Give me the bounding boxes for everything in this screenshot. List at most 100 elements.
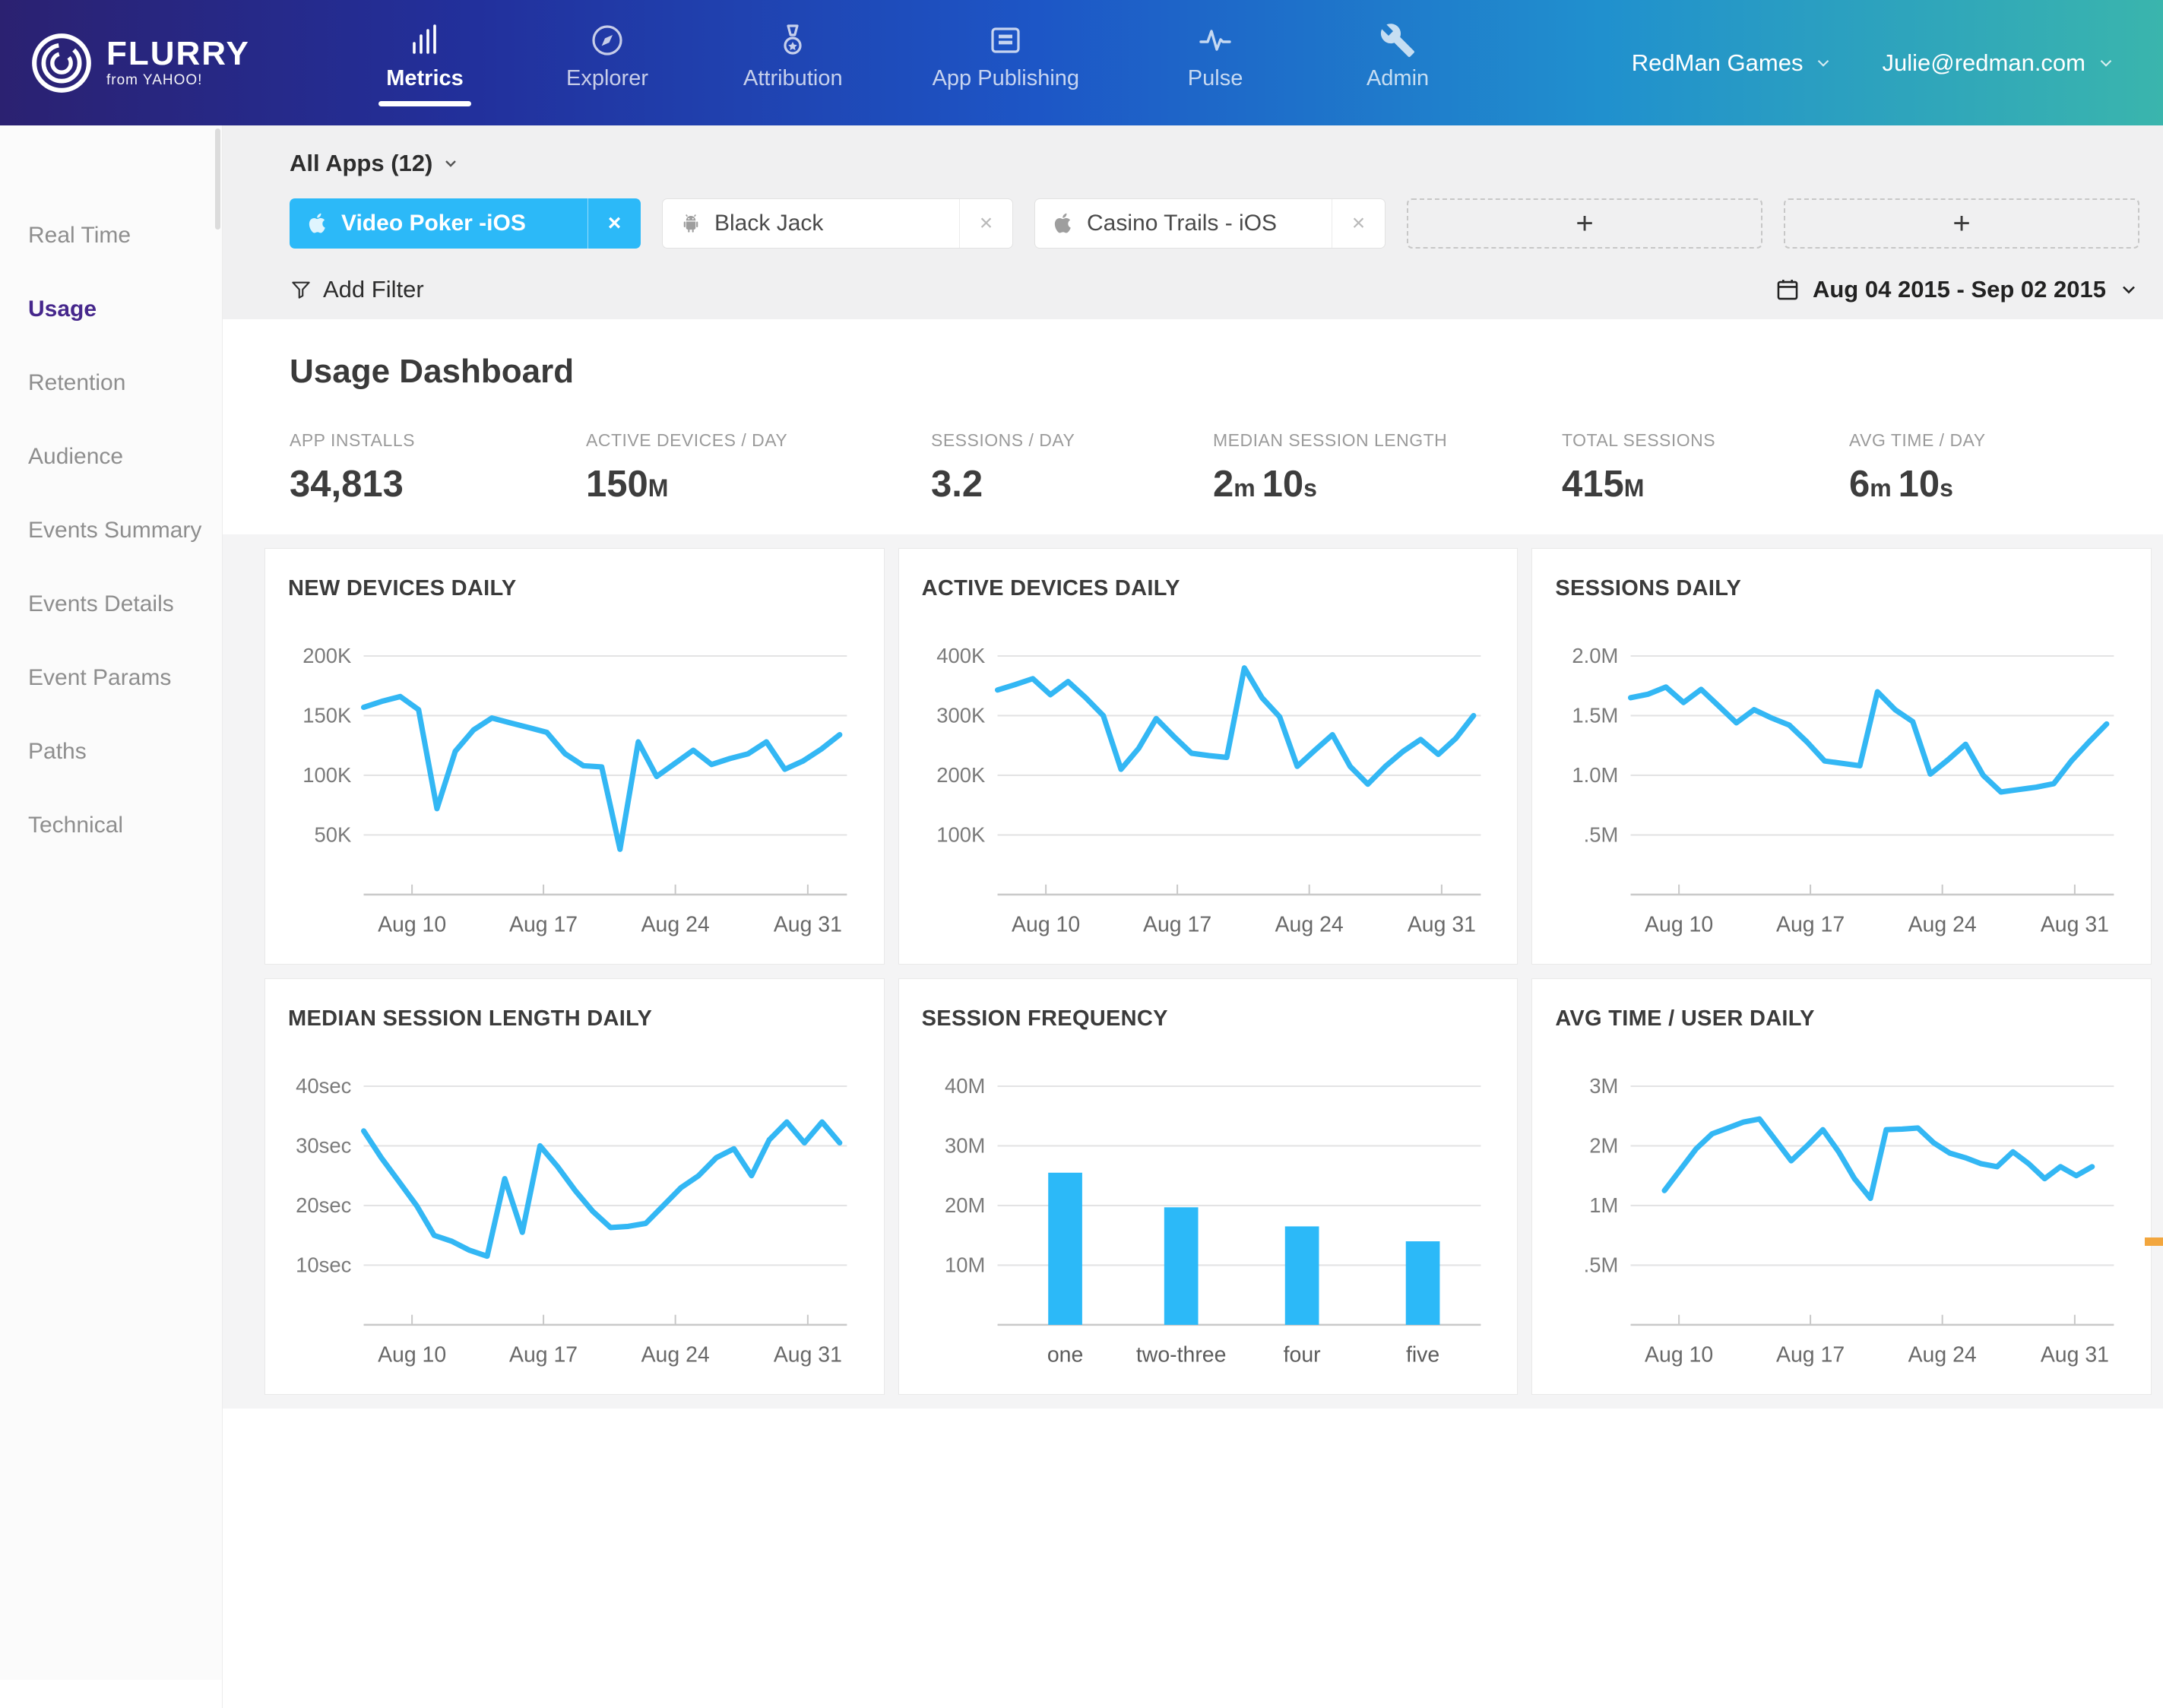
svg-text:Aug 17: Aug 17 xyxy=(509,913,578,937)
nav-tab-label: Metrics xyxy=(386,66,464,91)
median-session-length-line-chart[interactable]: 10sec20sec30sec40secAug 10Aug 17Aug 24Au… xyxy=(288,1035,861,1383)
chart-card-avg-time-user: AVG TIME / USER DAILY .5M1M2M3MAug 10Aug… xyxy=(1531,978,2152,1395)
sidebar-item-events-summary[interactable]: Events Summary xyxy=(0,493,222,567)
chevron-down-icon xyxy=(2118,279,2139,300)
svg-text:2M: 2M xyxy=(1590,1134,1619,1158)
svg-text:.5M: .5M xyxy=(1584,1253,1619,1277)
sidebar-item-retention[interactable]: Retention xyxy=(0,346,222,420)
svg-text:Aug 24: Aug 24 xyxy=(1908,1343,1977,1367)
add-app-button[interactable]: + xyxy=(1407,198,1762,249)
chart-title: SESSIONS DAILY xyxy=(1555,576,2128,601)
user-dropdown[interactable]: Julie@redman.com xyxy=(1882,49,2116,77)
svg-text:2.0M: 2.0M xyxy=(1572,644,1619,667)
svg-text:Aug 31: Aug 31 xyxy=(2041,913,2109,937)
nav-tab-attribution[interactable]: Attribution xyxy=(743,19,843,106)
svg-text:200K: 200K xyxy=(936,763,985,787)
kpi-avg-time-day: AVG TIME / DAY 6m 10s xyxy=(1849,430,2092,505)
sidebar-item-audience[interactable]: Audience xyxy=(0,420,222,493)
app-chip-video-poker[interactable]: Video Poker -iOS × xyxy=(290,198,641,249)
funnel-icon xyxy=(290,278,312,301)
remove-app-button[interactable]: × xyxy=(959,199,1012,248)
svg-text:Aug 31: Aug 31 xyxy=(2041,1343,2109,1367)
svg-text:two-three: two-three xyxy=(1136,1343,1227,1367)
svg-text:1.5M: 1.5M xyxy=(1572,704,1619,727)
nav-tab-label: Pulse xyxy=(1188,66,1243,91)
app-chip-label: Black Jack xyxy=(714,211,959,236)
sessions-line-chart[interactable]: .5M1.0M1.5M2.0MAug 10Aug 17Aug 24Aug 31 xyxy=(1555,604,2128,953)
svg-text:Aug 10: Aug 10 xyxy=(378,1343,446,1367)
nav-tab-explorer[interactable]: Explorer xyxy=(561,19,654,106)
sidebar-item-paths[interactable]: Paths xyxy=(0,715,222,788)
android-icon xyxy=(679,212,702,235)
sidebar-item-events-details[interactable]: Events Details xyxy=(0,567,222,641)
svg-text:four: four xyxy=(1283,1343,1320,1367)
remove-app-button[interactable]: × xyxy=(587,198,641,249)
account-dropdown[interactable]: RedMan Games xyxy=(1632,49,1834,77)
bar-chart-icon xyxy=(407,19,443,59)
svg-text:3M: 3M xyxy=(1590,1074,1619,1098)
page-title: Usage Dashboard xyxy=(290,353,2139,391)
svg-text:1.0M: 1.0M xyxy=(1572,763,1619,787)
edge-marker xyxy=(2145,1237,2163,1246)
apple-icon xyxy=(306,212,329,235)
svg-text:one: one xyxy=(1047,1343,1082,1367)
svg-text:100K: 100K xyxy=(302,763,351,787)
add-app-button[interactable]: + xyxy=(1784,198,2139,249)
svg-text:Aug 31: Aug 31 xyxy=(774,913,842,937)
all-apps-dropdown[interactable]: All Apps (12) xyxy=(290,150,2139,177)
sidebar-scrollbar[interactable] xyxy=(215,128,220,230)
nav-tab-label: Admin xyxy=(1367,66,1429,91)
user-email: Julie@redman.com xyxy=(1882,49,2085,77)
chart-title: MEDIAN SESSION LENGTH DAILY xyxy=(288,1006,861,1031)
publishing-card-icon xyxy=(987,19,1024,59)
svg-text:Aug 10: Aug 10 xyxy=(1012,913,1080,937)
svg-text:1M: 1M xyxy=(1590,1193,1619,1217)
chevron-down-icon xyxy=(442,154,460,173)
chart-card-active-devices: ACTIVE DEVICES DAILY 100K200K300K400KAug… xyxy=(898,548,1519,965)
avg-time-user-line-chart[interactable]: .5M1M2M3MAug 10Aug 17Aug 24Aug 31 xyxy=(1555,1035,2128,1383)
active-devices-line-chart[interactable]: 100K200K300K400KAug 10Aug 17Aug 24Aug 31 xyxy=(922,604,1495,953)
medal-icon xyxy=(774,19,811,59)
svg-text:30sec: 30sec xyxy=(296,1134,351,1158)
nav-tab-label: App Publishing xyxy=(933,66,1079,91)
filter-bar: All Apps (12) Video Poker -iOS × xyxy=(223,125,2163,319)
chevron-down-icon xyxy=(1813,53,1833,73)
sidebar: Real Time Usage Retention Audience Event… xyxy=(0,125,223,1708)
nav-tab-pulse[interactable]: Pulse xyxy=(1169,19,1262,106)
apple-icon xyxy=(1052,212,1075,235)
svg-text:Aug 31: Aug 31 xyxy=(774,1343,842,1367)
flurry-logo-icon xyxy=(29,30,94,96)
remove-app-button[interactable]: × xyxy=(1332,199,1385,248)
app-chip-black-jack[interactable]: Black Jack × xyxy=(662,198,1013,249)
flurry-logo[interactable]: FLURRY from YAHOO! xyxy=(29,30,280,96)
svg-text:five: five xyxy=(1406,1343,1439,1367)
svg-text:20M: 20M xyxy=(945,1193,985,1217)
app-chip-label: Casino Trails - iOS xyxy=(1087,211,1332,236)
brand-name: FLURRY xyxy=(106,37,250,71)
nav-tab-admin[interactable]: Admin xyxy=(1351,19,1444,106)
chevron-down-icon xyxy=(2096,53,2116,73)
sidebar-item-usage[interactable]: Usage xyxy=(0,272,222,346)
nav-tab-metrics[interactable]: Metrics xyxy=(378,19,471,106)
add-filter-button[interactable]: Add Filter xyxy=(290,276,424,303)
chart-title: ACTIVE DEVICES DAILY xyxy=(922,576,1495,601)
wrench-icon xyxy=(1379,19,1416,59)
sidebar-item-technical[interactable]: Technical xyxy=(0,788,222,862)
svg-text:Aug 24: Aug 24 xyxy=(1908,913,1977,937)
svg-text:30M: 30M xyxy=(945,1134,985,1158)
app-chip-casino-trails[interactable]: Casino Trails - iOS × xyxy=(1034,198,1386,249)
date-range-picker[interactable]: Aug 04 2015 - Sep 02 2015 xyxy=(1775,276,2139,303)
svg-text:200K: 200K xyxy=(302,644,351,667)
svg-text:Aug 24: Aug 24 xyxy=(641,913,710,937)
chart-card-median-session-length: MEDIAN SESSION LENGTH DAILY 10sec20sec30… xyxy=(264,978,885,1395)
nav-tab-app-publishing[interactable]: App Publishing xyxy=(933,19,1079,106)
kpi-active-devices-day: ACTIVE DEVICES / DAY 150M xyxy=(586,430,931,505)
new-devices-line-chart[interactable]: 50K100K150K200KAug 10Aug 17Aug 24Aug 31 xyxy=(288,604,861,953)
session-frequency-bar-chart[interactable]: 10M20M30M40Monetwo-threefourfive xyxy=(922,1035,1495,1383)
svg-text:.5M: .5M xyxy=(1584,823,1619,847)
kpi-app-installs: APP INSTALLS 34,813 xyxy=(290,430,586,505)
svg-text:Aug 10: Aug 10 xyxy=(1645,1343,1713,1367)
sidebar-item-real-time[interactable]: Real Time xyxy=(0,198,222,272)
svg-text:50K: 50K xyxy=(315,823,352,847)
sidebar-item-event-params[interactable]: Event Params xyxy=(0,641,222,715)
